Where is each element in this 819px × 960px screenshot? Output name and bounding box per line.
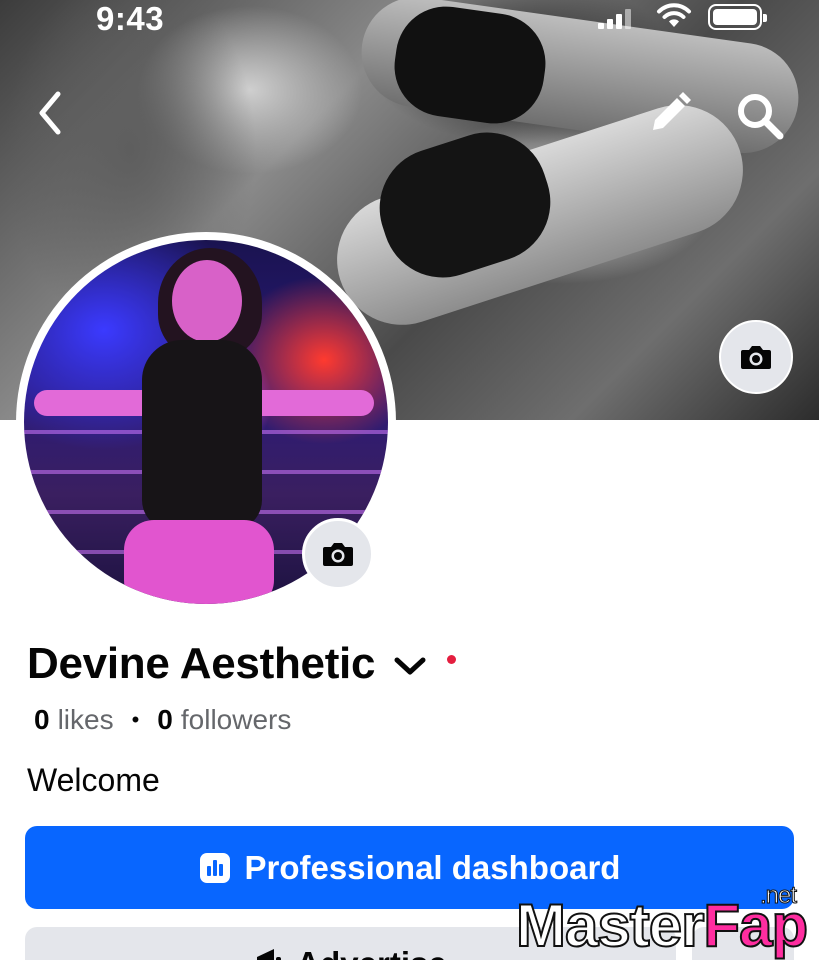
search-icon[interactable]	[734, 90, 786, 142]
megaphone-icon	[257, 949, 282, 960]
battery-icon	[708, 4, 767, 30]
edit-cover-photo-button[interactable]	[719, 320, 793, 394]
page-stats: 0 likes • 0 followers	[34, 704, 291, 736]
status-bar: 9:43	[0, 0, 819, 40]
advertise-label: Advertise	[296, 945, 446, 960]
likes-count: 0	[34, 704, 50, 735]
cellular-signal-icon	[598, 9, 632, 29]
profile-picture-detail	[172, 260, 242, 342]
followers-count: 0	[157, 704, 173, 735]
followers-label[interactable]: followers	[181, 704, 291, 736]
chevron-down-icon[interactable]	[393, 654, 427, 678]
camera-icon	[741, 346, 771, 369]
page-name-row[interactable]: Devine Aesthetic	[27, 636, 457, 692]
page-name: Devine Aesthetic	[27, 639, 376, 688]
wifi-icon	[657, 3, 691, 27]
edit-profile-picture-button[interactable]	[302, 518, 374, 590]
page-bio: Welcome	[27, 762, 160, 798]
watermark-suffix: .net	[759, 882, 797, 910]
bar-chart-icon	[199, 852, 230, 883]
watermark-text-part1: Master	[515, 891, 705, 960]
stats-separator: •	[131, 707, 140, 732]
camera-icon	[323, 543, 353, 566]
profile-picture-detail	[124, 520, 274, 604]
chevron-left-icon[interactable]	[30, 88, 70, 138]
status-time: 9:43	[96, 0, 165, 37]
watermark-logo: Master Fap .net	[515, 880, 809, 960]
likes-label[interactable]: likes	[58, 704, 114, 736]
pencil-icon[interactable]	[645, 90, 693, 138]
notification-dot	[447, 654, 457, 664]
profile-picture-detail	[142, 340, 262, 530]
